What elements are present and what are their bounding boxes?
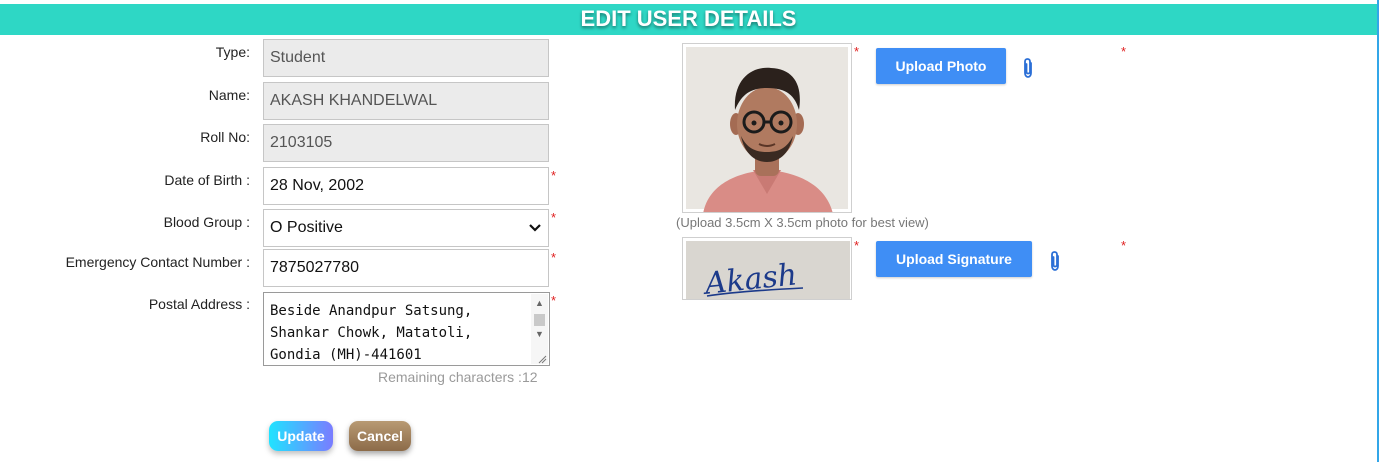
blood-group-select[interactable]: O Positive [263,209,549,247]
signature-preview: Akash [682,237,852,300]
photo-attachment-required-mark: * [1121,44,1127,59]
dob-label: Date of Birth : [164,172,250,188]
paperclip-icon[interactable] [1048,250,1062,272]
signature-image: Akash [686,241,850,299]
scroll-up-arrow-icon[interactable]: ▲ [531,298,548,308]
resize-grip-icon[interactable] [537,354,547,364]
emergency-contact-input[interactable]: 7875027780 [263,249,549,287]
postal-address-text: Beside Anandpur Satsung, Shankar Chowk, … [270,303,473,363]
dob-required-mark: * [551,168,557,183]
signature-required-mark: * [854,238,860,253]
page-scrollbar-edge [1377,0,1379,462]
remaining-characters: Remaining characters :12 [378,369,538,385]
photo-preview [682,43,852,213]
scrollbar-thumb[interactable] [534,314,545,326]
blood-group-value: O Positive [270,219,343,236]
chevron-down-icon [529,224,541,232]
emergency-required-mark: * [551,250,557,265]
type-field: Student [263,39,549,77]
page-header: EDIT USER DETAILS [0,4,1377,35]
photo-required-mark: * [854,44,860,59]
postal-address-textarea[interactable]: Beside Anandpur Satsung, Shankar Chowk, … [263,292,550,366]
emergency-contact-label: Emergency Contact Number : [65,254,250,270]
update-button[interactable]: Update [269,421,333,451]
dob-input[interactable]: 28 Nov, 2002 [263,167,549,205]
name-field: AKASH KHANDELWAL [263,82,549,120]
upload-signature-button[interactable]: Upload Signature [876,241,1032,277]
cancel-button[interactable]: Cancel [349,421,411,451]
roll-no-label: Roll No: [200,129,250,145]
paperclip-icon[interactable] [1021,57,1035,79]
photo-size-hint: (Upload 3.5cm X 3.5cm photo for best vie… [676,215,929,230]
roll-no-field: 2103105 [263,124,549,162]
signature-attachment-required-mark: * [1121,238,1127,253]
name-label: Name: [208,87,250,103]
address-required-mark: * [551,293,557,308]
postal-address-label: Postal Address : [148,296,250,312]
page-title: EDIT USER DETAILS [580,6,797,31]
blood-group-required-mark: * [551,210,557,225]
user-photo-image [686,47,848,212]
type-label: Type: [215,44,250,60]
blood-group-label: Blood Group : [163,214,250,230]
upload-photo-button[interactable]: Upload Photo [876,48,1006,84]
scroll-down-arrow-icon[interactable]: ▼ [531,329,548,339]
